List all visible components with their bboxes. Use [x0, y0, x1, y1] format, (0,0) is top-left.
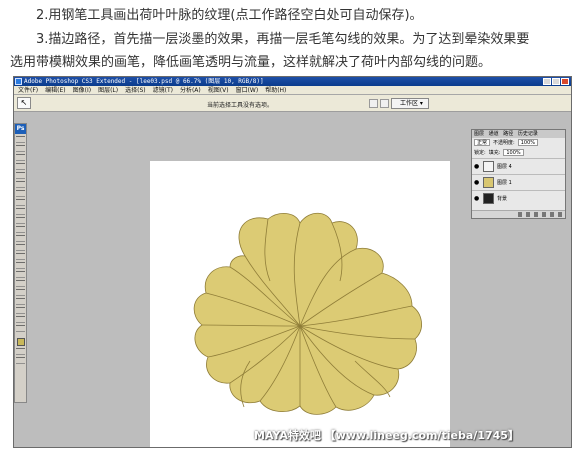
- lasso-tool-icon[interactable]: [16, 154, 25, 161]
- menu-file[interactable]: 文件(F): [18, 86, 38, 94]
- options-hint: 当前选择工具没有选项。: [207, 102, 274, 109]
- workspace-dropdown[interactable]: 工作区 ▾: [391, 98, 429, 109]
- menu-layer[interactable]: 图层(L): [98, 86, 118, 94]
- layers-panel: 图层 通道 路径 历史记录 正常 不透明度: 100% 锁定: 填充: 100%…: [471, 129, 566, 219]
- layer-name: 图层 4: [497, 164, 512, 170]
- eraser-tool-icon[interactable]: [16, 226, 25, 233]
- tab-layers[interactable]: 图层: [474, 131, 484, 137]
- menu-select[interactable]: 选择(S): [125, 86, 146, 94]
- menu-window[interactable]: 窗口(W): [236, 86, 259, 94]
- layers-panel-footer: [472, 210, 565, 218]
- path-selection-tool-icon[interactable]: [16, 262, 25, 269]
- quick-mask-icon[interactable]: [16, 348, 25, 355]
- opacity-label: 不透明度:: [493, 140, 515, 146]
- healing-brush-tool-icon[interactable]: [16, 190, 25, 197]
- close-button[interactable]: [561, 78, 569, 85]
- gradient-tool-icon[interactable]: [16, 235, 25, 242]
- photoshop-app-icon: [15, 78, 22, 85]
- screen-mode-icon[interactable]: [16, 357, 25, 364]
- type-tool-icon[interactable]: [16, 271, 25, 278]
- article-step-3: 3.描边路径，首先描一层淡墨的效果，再描一层毛笔勾线的效果。为了达到晕染效果要: [36, 32, 530, 47]
- move-tool-icon[interactable]: [16, 136, 25, 143]
- lock-controls: 锁定: 填充: 100%: [472, 148, 565, 158]
- blend-controls: 正常 不透明度: 100%: [472, 138, 565, 148]
- menu-filter[interactable]: 滤镜(T): [153, 86, 173, 94]
- zoom-tool-icon[interactable]: [16, 325, 25, 332]
- marquee-tool-icon[interactable]: [16, 145, 25, 152]
- hand-tool-icon[interactable]: [16, 316, 25, 323]
- layer-row[interactable]: ● 图层 4: [472, 158, 565, 174]
- menu-analysis[interactable]: 分析(A): [180, 86, 201, 94]
- article-step-3-continued: 选用带模糊效果的画笔，降低画笔透明与流量，这样就解决了荷叶内部勾线的问题。: [10, 55, 492, 70]
- history-brush-tool-icon[interactable]: [16, 217, 25, 224]
- lotus-leaf-artwork: [193, 212, 422, 415]
- window-titlebar: Adobe Photoshop CS3 Extended - [lee03.ps…: [14, 77, 571, 86]
- eyedropper-tool-icon[interactable]: [16, 307, 25, 314]
- palette-well-icon[interactable]: [380, 99, 389, 108]
- tab-paths[interactable]: 路径: [503, 131, 513, 137]
- new-layer-icon[interactable]: [550, 212, 554, 217]
- brush-tool-icon[interactable]: [16, 199, 25, 206]
- notes-tool-icon[interactable]: [16, 298, 25, 305]
- ps-logo: Ps: [15, 124, 26, 134]
- opacity-field[interactable]: 100%: [517, 139, 538, 146]
- lock-label: 锁定:: [474, 150, 486, 156]
- pen-tool-icon[interactable]: [16, 280, 25, 287]
- layer-row[interactable]: ● 图层 1: [472, 174, 565, 190]
- menu-edit[interactable]: 编辑(E): [45, 86, 65, 94]
- layer-thumbnail: [483, 177, 494, 188]
- options-bar: ↖ 当前选择工具没有选项。 工作区 ▾: [14, 95, 571, 112]
- document-canvas[interactable]: [150, 161, 450, 447]
- layer-name: 图层 1: [497, 180, 512, 186]
- tab-channels[interactable]: 通道: [489, 131, 499, 137]
- move-tool-preset-icon[interactable]: ↖: [17, 97, 31, 109]
- menu-bar: 文件(F) 编辑(E) 图像(I) 图层(L) 选择(S) 滤镜(T) 分析(A…: [14, 86, 571, 95]
- menu-help[interactable]: 帮助(H): [265, 86, 286, 94]
- clone-stamp-tool-icon[interactable]: [16, 208, 25, 215]
- crop-tool-icon[interactable]: [16, 172, 25, 179]
- fill-label: 填充:: [488, 150, 501, 156]
- visibility-eye-icon[interactable]: ●: [474, 195, 480, 202]
- window-title: Adobe Photoshop CS3 Extended - [lee03.ps…: [24, 78, 264, 85]
- minimize-button[interactable]: [543, 78, 551, 85]
- watermark: MAYA特效吧 【www.lineeg.com/tieba/1745】: [254, 429, 519, 442]
- bridge-icon[interactable]: [369, 99, 378, 108]
- slice-tool-icon[interactable]: [16, 181, 25, 188]
- foreground-color-swatch[interactable]: [16, 338, 25, 346]
- dodge-tool-icon[interactable]: [16, 253, 25, 260]
- visibility-eye-icon[interactable]: ●: [474, 163, 480, 170]
- layer-mask-icon[interactable]: [534, 212, 538, 217]
- blend-mode-select[interactable]: 正常: [474, 139, 491, 146]
- layer-thumbnail: [483, 161, 494, 172]
- link-layers-icon[interactable]: [518, 212, 522, 217]
- visibility-eye-icon[interactable]: ●: [474, 179, 480, 186]
- delete-layer-icon[interactable]: [558, 212, 562, 217]
- tab-history[interactable]: 历史记录: [518, 131, 538, 137]
- layer-row[interactable]: ● 背景: [472, 190, 565, 206]
- magic-wand-tool-icon[interactable]: [16, 163, 25, 170]
- article-step-2: 2.用钢笔工具画出荷叶叶脉的纹理(点工作路径空白处可自动保存)。: [36, 8, 423, 23]
- window-controls: [543, 78, 569, 85]
- toolbox: Ps: [14, 123, 27, 403]
- menu-view[interactable]: 视图(V): [208, 86, 229, 94]
- layer-thumbnail: [483, 193, 494, 204]
- fill-field[interactable]: 100%: [503, 149, 524, 156]
- menu-image[interactable]: 图像(I): [73, 86, 91, 94]
- shape-tool-icon[interactable]: [16, 289, 25, 296]
- layers-panel-tabs: 图层 通道 路径 历史记录: [472, 130, 565, 138]
- maximize-button[interactable]: [552, 78, 560, 85]
- photoshop-window: Adobe Photoshop CS3 Extended - [lee03.ps…: [13, 76, 572, 448]
- layer-style-icon[interactable]: [526, 212, 530, 217]
- blur-tool-icon[interactable]: [16, 244, 25, 251]
- new-group-icon[interactable]: [542, 212, 546, 217]
- layer-name: 背景: [497, 196, 508, 202]
